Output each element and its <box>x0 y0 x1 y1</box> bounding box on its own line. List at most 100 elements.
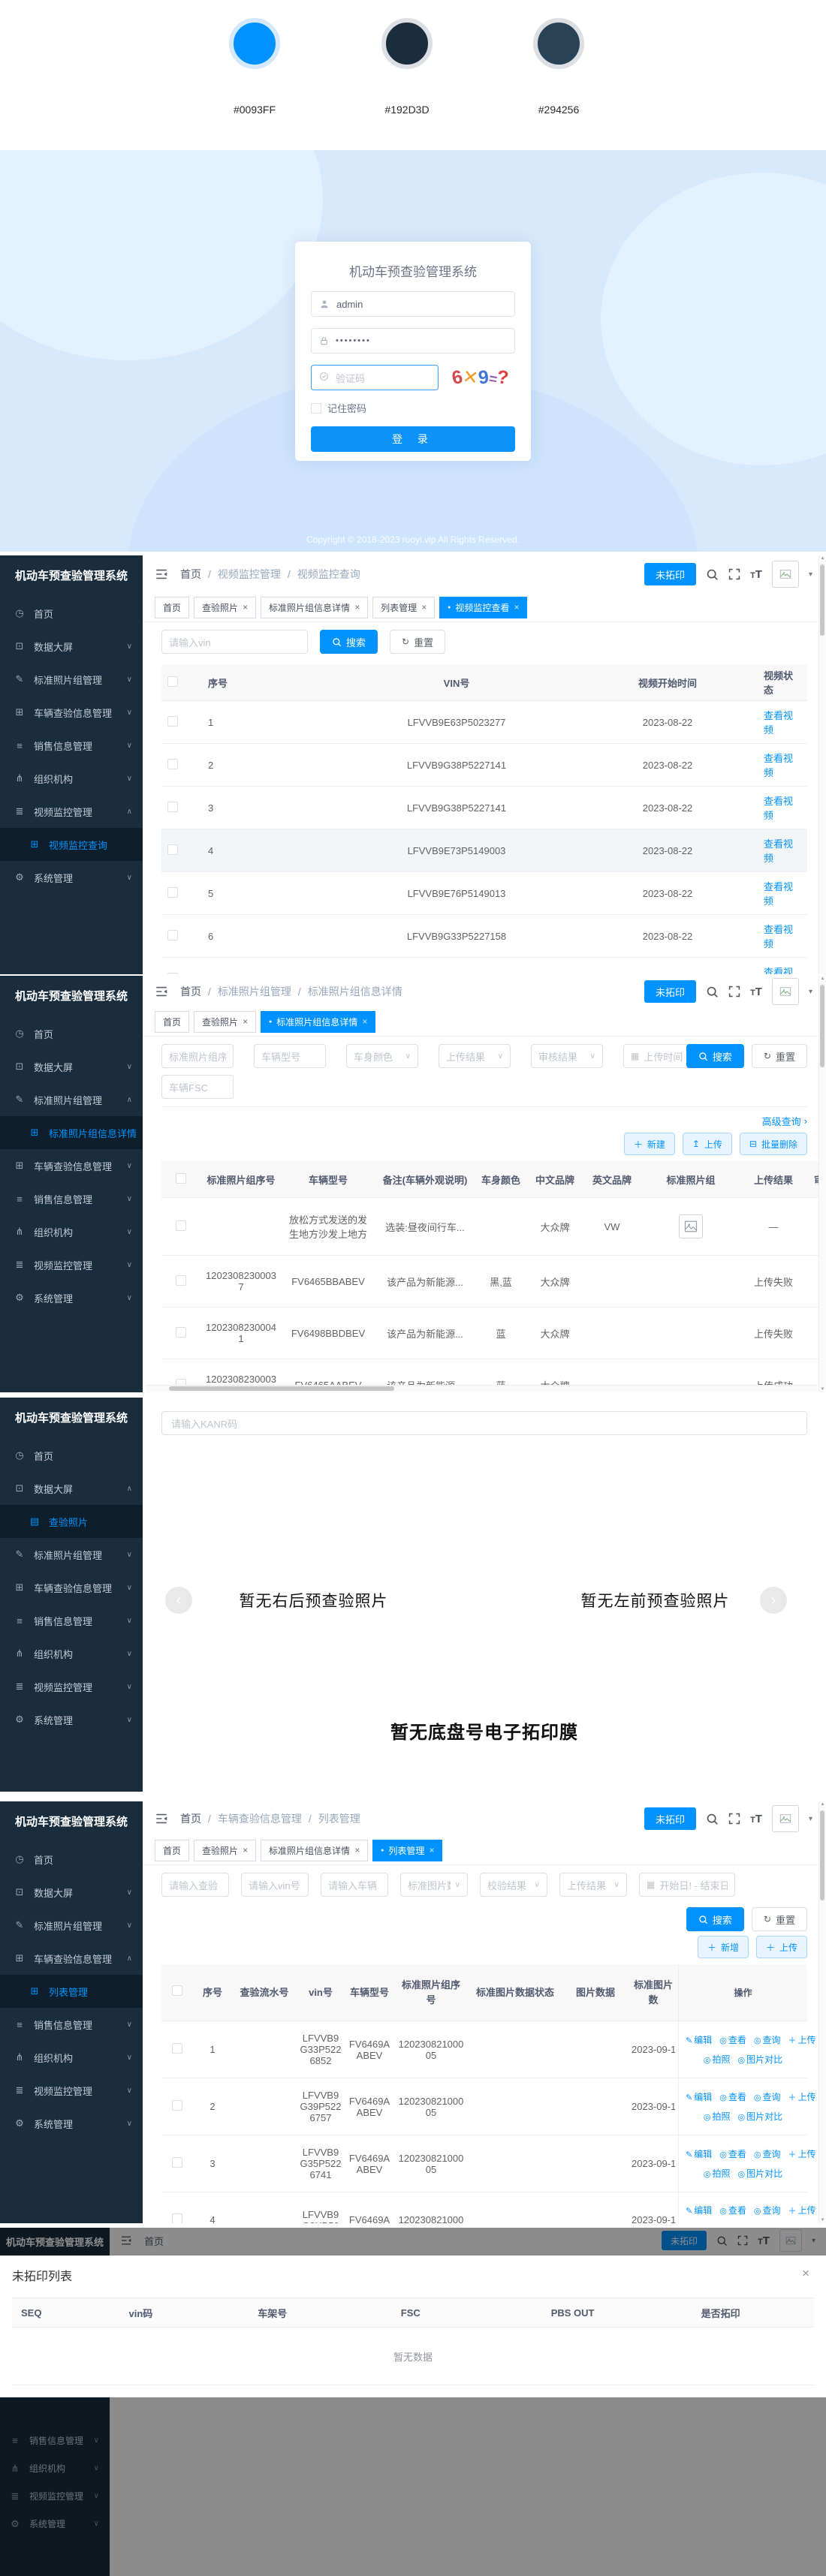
upload-button[interactable]: ↥上传 <box>683 1133 732 1155</box>
sidebar-item-org[interactable]: ⋔ 组织机构 ∨ <box>0 762 143 795</box>
sidebar-item-video-monitor[interactable]: ≣ 视频监控管理 ∨ <box>0 1670 143 1703</box>
tab-home[interactable]: 首页 <box>155 1011 189 1033</box>
upload-link[interactable]: ＋上传 <box>788 2092 815 2102</box>
upload-link[interactable]: ＋上传 <box>788 2149 815 2159</box>
filter-upload-time[interactable]: ▦上传时间 <box>623 1044 695 1068</box>
sidebar-subitem-list-mgmt[interactable]: ⊞ 列表管理 <box>0 1975 143 2008</box>
tab-check-photo[interactable]: 查验照片× <box>194 597 256 618</box>
filter-photo-group-no[interactable]: 标准照片组序 <box>161 1044 234 1068</box>
sidebar-item-sales[interactable]: ≡ 销售信息管理 ∨ <box>0 2008 143 2041</box>
sidebar-subitem-check-photo[interactable]: ▤ 查验照片 <box>0 1505 143 1538</box>
tab-photo-group-detail[interactable]: 标准照片组信息详情× <box>261 1840 368 1861</box>
row-checkbox[interactable] <box>176 1327 186 1338</box>
view-link[interactable]: ◎查看 <box>719 2205 746 2216</box>
close-icon[interactable]: × <box>243 1016 248 1027</box>
chevron-down-icon[interactable]: ▾ <box>809 1815 812 1823</box>
reset-button[interactable]: ↻重置 <box>752 1044 807 1068</box>
tab-photo-group-detail[interactable]: ●标准照片组信息详情× <box>261 1011 375 1033</box>
breadcrumb-home[interactable]: 首页 <box>180 567 201 582</box>
sidebar-item-system[interactable]: ⚙ 系统管理 ∨ <box>0 861 143 894</box>
view-link[interactable]: ◎查看 <box>719 2092 746 2102</box>
take-photo-link[interactable]: ◎拍照 <box>704 2054 731 2065</box>
sidebar-item-data-screen[interactable]: ⊡ 数据大屏 ∨ <box>0 1876 143 1909</box>
row-checkbox[interactable] <box>167 759 178 769</box>
row-checkbox[interactable] <box>167 930 178 940</box>
sidebar-item-home[interactable]: ◷ 首页 <box>0 1439 143 1472</box>
select-all-checkbox[interactable] <box>172 1985 182 1996</box>
collapse-sidebar-icon[interactable] <box>155 985 168 998</box>
search-button[interactable]: 搜索 <box>686 1044 744 1068</box>
search-button[interactable]: 搜索 <box>320 630 378 654</box>
collapse-sidebar-icon[interactable] <box>155 1812 168 1825</box>
sidebar-item-vehicle-check[interactable]: ⊞ 车辆查验信息管理 ∨ <box>0 696 143 729</box>
filter-vehicle-fsc[interactable]: 车辆FSC <box>161 1075 234 1099</box>
sidebar-subitem-video-query[interactable]: ⊞ 视频监控查询 <box>0 828 143 861</box>
row-checkbox[interactable] <box>167 802 178 812</box>
password-field[interactable]: •••••••• <box>311 328 515 354</box>
add-button[interactable]: ＋新增 <box>698 1936 749 1958</box>
sidebar-item-sales[interactable]: ≡ 销售信息管理 ∨ <box>0 1182 143 1215</box>
filter-check-no[interactable]: 请输入查验 <box>161 1873 229 1897</box>
avatar[interactable] <box>772 978 799 1005</box>
select-all-checkbox[interactable] <box>167 676 178 687</box>
sidebar-item-home[interactable]: ◷ 首页 <box>0 1017 143 1050</box>
sidebar-item-std-photo-group[interactable]: ✎ 标准照片组管理 ∨ <box>0 663 143 696</box>
search-icon[interactable] <box>706 986 719 998</box>
untraced-button[interactable]: 未拓印 <box>644 1807 696 1830</box>
username-field[interactable]: admin <box>311 291 515 317</box>
fullscreen-icon[interactable] <box>728 568 740 580</box>
scrollbar[interactable]: ▲ ▼ <box>818 1801 826 2223</box>
font-size-icon[interactable]: TT <box>750 568 762 581</box>
scrollbar[interactable]: ▲ ▼ <box>818 976 826 1392</box>
tab-check-photo[interactable]: 查验照片× <box>194 1840 256 1861</box>
font-size-icon[interactable]: TT <box>750 1813 762 1825</box>
search-button[interactable]: 搜索 <box>686 1907 744 1931</box>
sidebar-item-data-screen[interactable]: ⊡ 数据大屏 ∨ <box>0 630 143 663</box>
upload-link[interactable]: ＋上传 <box>788 2035 815 2045</box>
sidebar-item-vehicle-check[interactable]: ⊞ 车辆查验信息管理 ∨ <box>0 1149 143 1182</box>
take-photo-link[interactable]: ◎拍照 <box>704 2168 731 2179</box>
vin-search-input[interactable]: 请输入vin <box>161 630 308 654</box>
login-button[interactable]: 登 录 <box>311 426 515 452</box>
query-link[interactable]: ◎查询 <box>754 2092 781 2102</box>
tab-video-view[interactable]: ●视频监控查看× <box>439 597 527 618</box>
close-icon[interactable]: × <box>362 1016 367 1027</box>
compare-link[interactable]: ◎图片对比 <box>738 2054 783 2065</box>
view-video-link[interactable]: 查看视频 <box>764 881 793 907</box>
sidebar-item-system[interactable]: ⚙ 系统管理 ∨ <box>0 2107 143 2140</box>
sidebar-item-sales[interactable]: ≡ 销售信息管理 ∨ <box>0 1604 143 1637</box>
reset-button[interactable]: ↻重置 <box>752 1907 807 1931</box>
remember-checkbox[interactable] <box>311 403 321 414</box>
row-checkbox[interactable] <box>172 2043 182 2054</box>
search-icon[interactable] <box>706 568 719 581</box>
sidebar-item-video-monitor[interactable]: ≣ 视频监控管理 ∧ <box>0 795 143 828</box>
tab-list-mgmt[interactable]: ●列表管理× <box>372 1840 442 1861</box>
horizontal-scrollbar[interactable] <box>146 1385 817 1392</box>
row-checkbox[interactable] <box>172 2213 182 2223</box>
filter-vin[interactable]: 请输入vin号 <box>241 1873 309 1897</box>
photo-thumbnail-icon[interactable] <box>679 1214 703 1238</box>
sidebar-item-data-screen[interactable]: ⊡ 数据大屏 ∨ <box>0 1050 143 1083</box>
collapse-sidebar-icon[interactable] <box>155 567 168 581</box>
font-size-icon[interactable]: TT <box>750 986 762 998</box>
sidebar-item-system[interactable]: ⚙ 系统管理 ∨ <box>0 1703 143 1736</box>
close-icon[interactable]: × <box>429 1845 434 1855</box>
filter-date-range[interactable]: ▦开始日! - 结束日! <box>639 1873 735 1897</box>
view-video-link[interactable]: 查看视频 <box>764 967 793 974</box>
take-photo-link[interactable]: ◎拍照 <box>704 2111 731 2122</box>
fullscreen-icon[interactable] <box>728 986 740 998</box>
tab-list-mgmt[interactable]: 列表管理× <box>372 597 435 618</box>
carousel-prev-button[interactable]: ‹ <box>165 1587 192 1614</box>
sidebar-item-std-photo-group[interactable]: ✎ 标准照片组管理 ∨ <box>0 1538 143 1571</box>
filter-upload-result[interactable]: 上传结果∨ <box>559 1873 627 1897</box>
filter-vehicle[interactable]: 请输入车辆 <box>321 1873 388 1897</box>
edit-link[interactable]: ✎编辑 <box>686 2149 712 2159</box>
query-link[interactable]: ◎查询 <box>754 2205 781 2216</box>
edit-link[interactable]: ✎编辑 <box>686 2205 712 2216</box>
tab-home[interactable]: 首页 <box>155 1840 189 1861</box>
filter-body-color[interactable]: 车身颜色∨ <box>346 1044 418 1068</box>
sidebar-item-std-photo-group[interactable]: ✎ 标准照片组管理 ∨ <box>0 1909 143 1942</box>
fullscreen-icon[interactable] <box>728 1813 740 1825</box>
close-icon[interactable]: × <box>243 1845 248 1855</box>
view-link[interactable]: ◎查看 <box>719 2035 746 2045</box>
